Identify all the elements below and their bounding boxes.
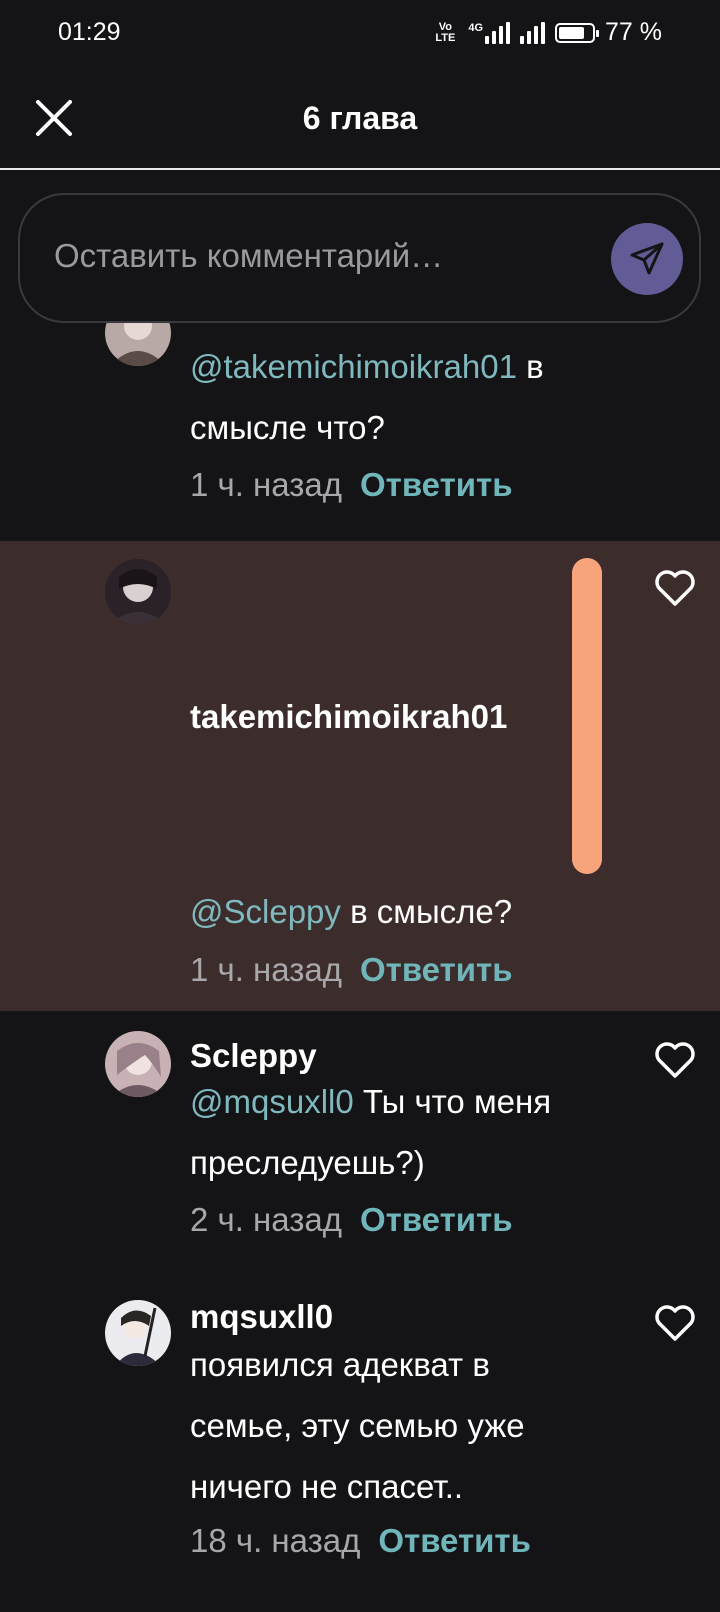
comment-author[interactable]: takemichimoikrah01: [190, 698, 507, 736]
comment-time: 1 ч. назад: [190, 951, 342, 988]
comment-item: Scleppy @mqsuxll0 Ты что меня преследуеш…: [0, 1011, 720, 1266]
page-title: 6 глава: [302, 100, 418, 136]
reply-button[interactable]: Ответить: [360, 951, 513, 988]
comment-item-highlighted: takemichimoikrah01 @Scleppy в смысле? 1 …: [0, 541, 720, 1011]
like-button[interactable]: [654, 1041, 696, 1079]
scrollbar[interactable]: [572, 558, 602, 874]
avatar[interactable]: [105, 1031, 171, 1097]
battery-fill: [559, 26, 585, 39]
like-button[interactable]: [654, 569, 696, 607]
avatar[interactable]: [105, 1300, 171, 1366]
comment-bar: [18, 193, 701, 323]
mention-link[interactable]: @Scleppy: [190, 893, 341, 930]
comment-author[interactable]: Scleppy: [190, 1037, 317, 1075]
comment-text: @takemichimoikrah01 в смысле что?: [190, 336, 630, 458]
comment-body: в смысле?: [340, 893, 513, 930]
send-icon: [630, 242, 664, 275]
reply-button[interactable]: Ответить: [360, 466, 513, 503]
comment-item: @takemichimoikrah01 в смысле что? 1 ч. н…: [0, 300, 720, 540]
reply-button[interactable]: Ответить: [378, 1522, 531, 1559]
comment-text: @mqsuxll0 Ты что меня преследуешь?): [190, 1071, 630, 1193]
status-icons: Vo LTE 4G 77 %: [432, 18, 662, 47]
network-label: 4G: [468, 21, 484, 34]
mention-link[interactable]: @mqsuxll0: [190, 1083, 354, 1120]
battery-icon: [555, 22, 600, 43]
comment-time: 1 ч. назад: [190, 466, 342, 503]
comment-item: mqsuxll0 появился адекват в семье, эту с…: [0, 1280, 720, 1612]
comment-meta: 1 ч. назад Ответить: [190, 951, 513, 989]
comment-text: @Scleppy в смысле?: [190, 881, 630, 942]
volte-top: Vo: [438, 20, 452, 33]
avatar[interactable]: [105, 559, 171, 625]
comment-text: появился адекват в семье, эту семью уже …: [190, 1334, 550, 1517]
send-button[interactable]: [611, 223, 683, 295]
comment-author[interactable]: mqsuxll0: [190, 1298, 333, 1336]
header: 6 глава: [0, 66, 720, 170]
mention-link[interactable]: @takemichimoikrah01: [190, 348, 517, 385]
comment-meta: 18 ч. назад Ответить: [190, 1522, 531, 1560]
battery-percent: 77 %: [605, 18, 662, 46]
comment-meta: 1 ч. назад Ответить: [190, 466, 513, 504]
volte-icon: Vo LTE: [432, 20, 458, 44]
signal-4g-icon: 4G: [468, 21, 511, 44]
comment-time: 18 ч. назад: [190, 1522, 361, 1559]
status-time: 01:29: [58, 18, 121, 46]
comment-meta: 2 ч. назад Ответить: [190, 1201, 513, 1239]
comment-time: 2 ч. назад: [190, 1201, 342, 1238]
like-button[interactable]: [654, 1304, 696, 1342]
comment-input[interactable]: [54, 237, 574, 275]
heart-icon: [655, 1042, 695, 1078]
reply-button[interactable]: Ответить: [360, 1201, 513, 1238]
heart-icon: [655, 570, 695, 606]
heart-icon: [655, 1305, 695, 1341]
volte-bottom: LTE: [435, 31, 456, 44]
status-bar: 01:29 Vo LTE 4G 77 %: [0, 0, 720, 66]
comment-body: появился адекват в семье, эту семью уже …: [190, 1346, 525, 1505]
signal-icon: [520, 21, 546, 44]
